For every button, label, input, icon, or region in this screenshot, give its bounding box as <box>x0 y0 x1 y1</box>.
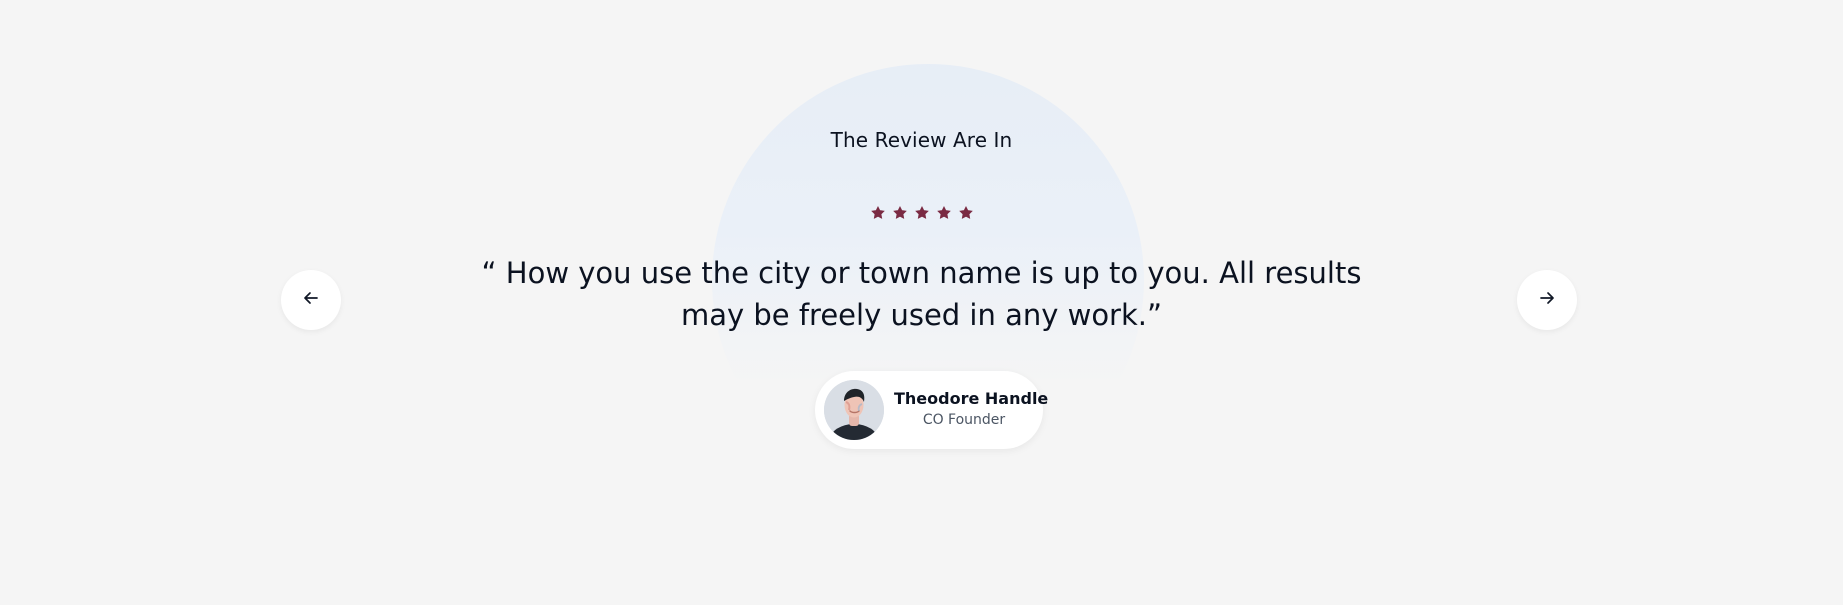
star-icon <box>936 205 952 221</box>
author-role: CO Founder <box>922 412 1006 428</box>
star-icon <box>958 205 974 221</box>
arrow-right-icon <box>1537 288 1557 312</box>
author-name: Theodore Handle <box>894 389 1049 408</box>
previous-testimonial-button[interactable] <box>281 270 341 330</box>
star-icon <box>892 205 908 221</box>
author-card: Theodore Handle CO Founder <box>815 371 1049 449</box>
avatar <box>824 380 884 440</box>
rating-stars <box>0 205 1843 221</box>
next-testimonial-button[interactable] <box>1517 270 1577 330</box>
arrow-left-icon <box>301 288 321 312</box>
star-icon <box>914 205 930 221</box>
testimonial-section: The Review Are In “ How you use the city… <box>0 0 1843 605</box>
section-title: The Review Are In <box>830 128 1013 152</box>
testimonial-quote: “ How you use the city or town name is u… <box>481 256 1362 332</box>
star-icon <box>870 205 886 221</box>
author-details: Theodore Handle CO Founder <box>894 389 1049 429</box>
